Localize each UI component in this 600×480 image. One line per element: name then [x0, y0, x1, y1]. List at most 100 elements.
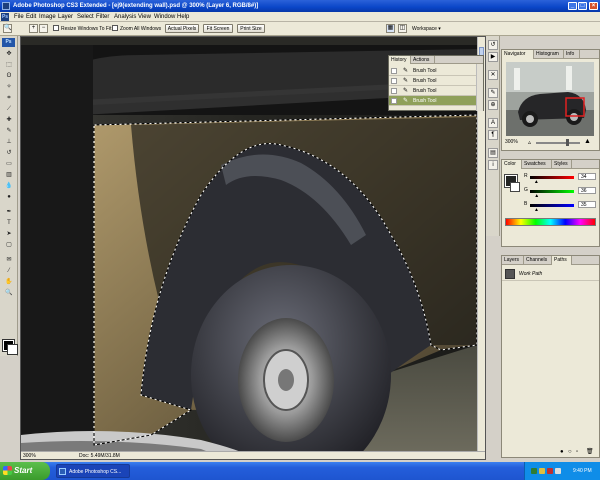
type-tool-icon[interactable]: T [3, 219, 15, 228]
path-item[interactable]: Work Path [502, 267, 599, 281]
new-path-icon[interactable]: ▫ [576, 449, 578, 455]
menu-image[interactable]: Image [39, 12, 56, 22]
zoom-tool-icon[interactable]: 🔍 [3, 289, 15, 298]
tab-color[interactable]: Color [502, 160, 522, 169]
healing-brush-tool-icon[interactable]: ✚ [3, 116, 15, 125]
background-color-swatch[interactable] [7, 344, 18, 355]
tab-history[interactable]: History [389, 56, 411, 64]
hand-tool-icon[interactable]: ✋ [3, 278, 15, 287]
clock[interactable]: 9:40 PM [573, 462, 592, 480]
taskbar-photoshop-button[interactable]: Adobe Photoshop CS... [56, 464, 130, 478]
print-size-button[interactable]: Print Size [237, 24, 265, 33]
tab-swatches[interactable]: Swatches [522, 160, 552, 169]
green-value-field[interactable]: 36 [578, 187, 596, 194]
move-tool-icon[interactable]: ✥ [3, 50, 15, 59]
stroke-path-icon[interactable]: ○ [568, 449, 572, 455]
volume-icon[interactable] [555, 468, 561, 474]
tab-info[interactable]: Info [564, 50, 580, 59]
tool-presets-icon[interactable]: ✕ [488, 70, 498, 80]
menu-edit[interactable]: Edit [26, 12, 36, 22]
brushes-panel-icon[interactable]: ✎ [488, 88, 498, 98]
zoom-all-windows-checkbox[interactable] [112, 25, 118, 31]
start-button[interactable]: Start [0, 462, 50, 480]
tab-styles[interactable]: Styles [552, 160, 572, 169]
blue-slider-thumb[interactable]: ▲ [534, 208, 539, 213]
zoom-tool-preset-icon[interactable]: 🔍 [3, 24, 12, 33]
zoom-out-icon[interactable]: − [39, 24, 48, 33]
history-item[interactable]: ✎ Brush Tool [389, 66, 477, 76]
path-selection-tool-icon[interactable]: ➤ [3, 230, 15, 239]
history-source-checkbox[interactable] [391, 98, 397, 104]
workspace-menu[interactable]: Workspace ▾ [412, 24, 460, 34]
menu-analysis[interactable]: Analysis [114, 12, 136, 22]
clone-source-icon[interactable]: ⊕ [488, 100, 498, 110]
paragraph-panel-icon[interactable]: ¶ [488, 130, 498, 140]
actual-pixels-button[interactable]: Actual Pixels [165, 24, 199, 33]
blur-tool-icon[interactable]: 💧 [3, 182, 15, 191]
document-size-info[interactable]: Doc: 5.49M/31.8M [79, 452, 120, 459]
history-brush-tool-icon[interactable]: ↺ [3, 149, 15, 158]
slice-tool-icon[interactable]: ⟋ [3, 105, 15, 114]
magic-wand-tool-icon[interactable]: ✧ [3, 83, 15, 92]
history-item[interactable]: ✎ Brush Tool [389, 76, 477, 86]
tab-layers[interactable]: Layers [502, 256, 524, 265]
info-icon[interactable]: i [488, 160, 498, 170]
minimize-button[interactable]: _ [568, 2, 577, 10]
fit-screen-button[interactable]: Fit Screen [203, 24, 233, 33]
history-item[interactable]: ✎ Brush Tool [389, 86, 477, 96]
dodge-tool-icon[interactable]: ● [3, 193, 15, 202]
navigator-thumbnail[interactable] [506, 62, 594, 136]
shape-tool-icon[interactable]: ▢ [3, 241, 15, 250]
blue-value-field[interactable]: 35 [578, 201, 596, 208]
history-item-selected[interactable]: ✎ Brush Tool [389, 96, 477, 106]
menu-view[interactable]: View [138, 12, 151, 22]
tray-icon[interactable] [531, 468, 537, 474]
red-value-field[interactable]: 34 [578, 173, 596, 180]
color-spectrum-ramp[interactable] [505, 218, 596, 226]
trash-icon[interactable]: 🗑 [586, 448, 594, 455]
lasso-tool-icon[interactable]: ʘ [3, 72, 15, 81]
menu-select[interactable]: Select [77, 12, 94, 22]
tab-actions[interactable]: Actions [411, 56, 435, 64]
history-source-checkbox[interactable] [391, 68, 397, 74]
history-source-checkbox[interactable] [391, 78, 397, 84]
history-panel-icon[interactable]: ↺ [488, 40, 498, 50]
clone-stamp-tool-icon[interactable]: ⊥ [3, 138, 15, 147]
zoom-level[interactable]: 300% [23, 452, 36, 459]
bridge-icon[interactable]: ◫ [398, 24, 407, 33]
actions-panel-icon[interactable]: ▶ [488, 52, 498, 62]
navigator-zoom-value[interactable]: 300% [505, 139, 518, 145]
gradient-tool-icon[interactable]: ▥ [3, 171, 15, 180]
eyedropper-tool-icon[interactable]: ⁄ [3, 267, 15, 276]
maximize-button[interactable]: □ [578, 2, 587, 10]
menu-layer[interactable]: Layer [58, 12, 73, 22]
tray-icon[interactable] [539, 468, 545, 474]
brush-tool-icon[interactable]: ✎ [3, 127, 15, 136]
layer-comps-icon[interactable]: ▤ [488, 148, 498, 158]
history-scrollbar[interactable] [476, 64, 483, 111]
marquee-tool-icon[interactable]: ⬚ [3, 61, 15, 70]
fill-path-icon[interactable]: ● [560, 449, 564, 455]
palette-well-icon[interactable]: ▦ [386, 24, 395, 33]
resize-windows-checkbox[interactable] [53, 25, 59, 31]
tab-navigator[interactable]: Navigator [502, 50, 534, 59]
crop-tool-icon[interactable]: ⌗ [3, 94, 15, 103]
menu-window[interactable]: Window [154, 12, 175, 22]
navigator-zoom-slider-thumb[interactable] [566, 139, 569, 146]
green-slider-thumb[interactable]: ▲ [534, 194, 539, 199]
close-button[interactable]: × [589, 2, 598, 10]
menu-help[interactable]: Help [177, 12, 189, 22]
zoom-in-icon[interactable]: + [29, 24, 38, 33]
color-panel-background-swatch[interactable] [510, 182, 520, 192]
tray-icon[interactable] [547, 468, 553, 474]
eraser-tool-icon[interactable]: ▭ [3, 160, 15, 169]
history-source-checkbox[interactable] [391, 88, 397, 94]
zoom-in-small-icon[interactable]: ▲ [584, 138, 591, 145]
navigator-zoom-slider[interactable] [536, 142, 580, 144]
tab-histogram[interactable]: Histogram [534, 50, 564, 59]
tab-channels[interactable]: Channels [524, 256, 552, 265]
menu-filter[interactable]: Filter [96, 12, 109, 22]
red-slider-thumb[interactable]: ▲ [534, 180, 539, 185]
menu-file[interactable]: File [14, 12, 24, 22]
character-panel-icon[interactable]: A [488, 118, 498, 128]
